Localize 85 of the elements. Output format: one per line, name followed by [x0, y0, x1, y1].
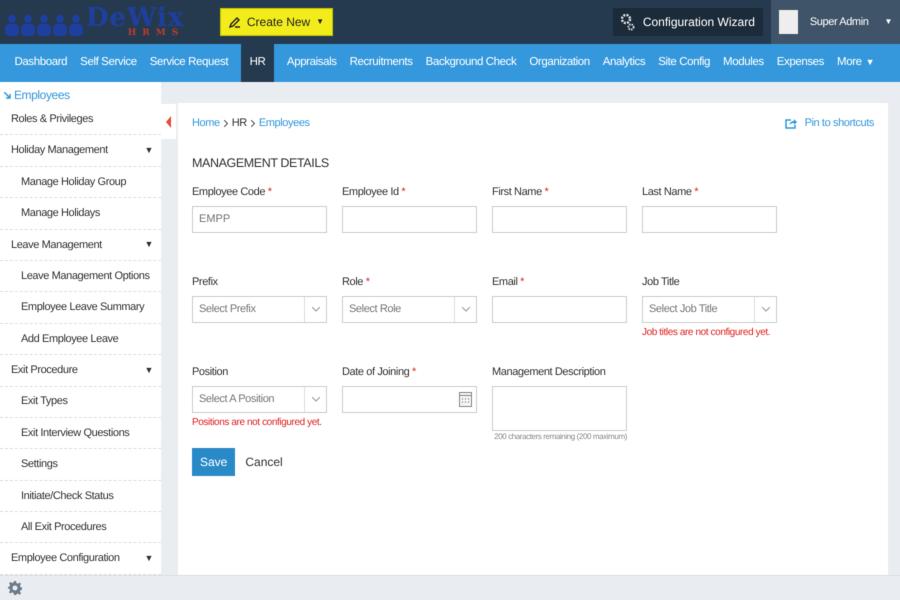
sidebar-item[interactable]: Manage Holiday Group: [0, 166, 161, 198]
section-title: MANAGEMENT DETAILS: [192, 154, 330, 172]
input-field[interactable]: [342, 206, 477, 233]
user-menu[interactable]: Super Admin ▼: [770, 0, 900, 44]
field-label: First Name *: [492, 185, 550, 200]
text-area[interactable]: [492, 386, 627, 431]
calendar-icon[interactable]: [459, 391, 472, 408]
nav-tab[interactable]: Dashboard: [8, 44, 74, 82]
nav-tab[interactable]: Appraisals: [280, 44, 344, 82]
people-icon: [4, 14, 86, 38]
required-mark: *: [544, 186, 548, 198]
logo-subtext: HRMS: [126, 28, 184, 38]
error-message: Positions are not configured yet.: [192, 416, 322, 429]
cancel-button[interactable]: Cancel: [239, 453, 289, 472]
field-label: Position: [192, 365, 229, 380]
nav-tab[interactable]: Service Request: [143, 44, 235, 82]
logo-text: DeWix: [86, 6, 184, 28]
nav-tab[interactable]: Organization: [522, 44, 596, 82]
breadcrumb-text: HR: [232, 116, 247, 131]
select-field[interactable]: Select A Position: [192, 386, 327, 413]
required-mark: *: [520, 276, 524, 288]
chevron-down-icon: [312, 396, 320, 402]
chevron-down-icon: [312, 306, 320, 312]
breadcrumb-link[interactable]: Home: [192, 115, 220, 132]
field-label: Last Name *: [642, 185, 700, 200]
field-label: Date of Joining *: [342, 365, 417, 380]
gears-icon: [620, 13, 635, 31]
sidebar-item[interactable]: Initiate/Check Status: [0, 480, 161, 512]
input-field[interactable]: [492, 206, 627, 233]
nav-tab[interactable]: Site Config: [652, 44, 717, 82]
share-icon: [784, 118, 797, 129]
sidebar-item[interactable]: Add Employee Leave: [0, 324, 161, 356]
sidebar-item[interactable]: Exit Procedure ▼: [0, 355, 161, 387]
nav-tab[interactable]: Modules: [716, 44, 770, 82]
nav-tab[interactable]: Background Check: [419, 44, 523, 82]
select-field[interactable]: Select Prefix: [192, 296, 327, 323]
sidebar-item[interactable]: Exit Types: [0, 386, 161, 418]
avatar-icon: [778, 10, 798, 34]
nav-tab[interactable]: Self Service: [74, 44, 144, 82]
date-field[interactable]: [342, 386, 477, 413]
sidebar-item[interactable]: Holiday Management ▼: [0, 135, 161, 167]
sidebar-item[interactable]: Settings: [0, 449, 161, 481]
field-label: Management Description: [492, 365, 606, 380]
sidebar-item[interactable]: All Exit Procedures: [0, 512, 161, 544]
sidebar-item[interactable]: Leave Management ▼: [0, 230, 161, 261]
field-label: Job Title: [642, 275, 680, 290]
nav-tab[interactable]: Recruitments: [343, 44, 420, 82]
pin-to-shortcuts-link[interactable]: Pin to shortcuts: [784, 115, 874, 132]
select-field[interactable]: Select Role: [342, 296, 477, 323]
nav-tab[interactable]: Expenses: [770, 44, 831, 82]
field-label: Employee Id *: [342, 185, 406, 200]
sidebar-item[interactable]: Employee Leave Summary: [0, 292, 161, 324]
nav-tab[interactable]: HR: [240, 44, 274, 82]
chevron-down-icon: [462, 306, 470, 312]
input-field[interactable]: [642, 206, 777, 233]
create-new-button[interactable]: Create New ▼: [220, 8, 333, 36]
select-field[interactable]: Select Job Title: [642, 296, 777, 323]
arrow-icon: [4, 92, 11, 100]
field-label: Prefix: [192, 275, 219, 290]
required-mark: *: [366, 276, 370, 288]
save-button[interactable]: Save: [192, 448, 236, 476]
required-mark: *: [401, 186, 406, 198]
error-message: Job titles are not configured yet.: [642, 326, 770, 339]
pencil-icon: [229, 16, 241, 28]
breadcrumb-link[interactable]: Employees: [258, 115, 310, 132]
nav-tab[interactable]: More ▼: [830, 44, 881, 82]
sidebar-item[interactable]: Exit Interview Questions: [0, 418, 161, 450]
chevron-icon: [250, 120, 255, 127]
character-count: 200 characters remaining (200 maximum): [494, 430, 627, 442]
sidebar-item[interactable]: Leave Management Options: [0, 260, 161, 292]
input-field[interactable]: EMPP: [192, 206, 327, 233]
field-label: Role *: [342, 275, 371, 290]
input-field[interactable]: [492, 296, 627, 323]
chevron-down-icon: [762, 306, 770, 312]
collapse-icon[interactable]: [166, 116, 171, 128]
sidebar-item[interactable]: Manage Holidays: [0, 198, 161, 230]
required-mark: *: [694, 186, 698, 198]
required-mark: *: [268, 186, 272, 198]
chevron-icon: [224, 120, 228, 127]
nav-tab[interactable]: Analytics: [596, 44, 652, 82]
field-label: Email *: [492, 275, 526, 290]
configuration-wizard-button[interactable]: Configuration Wizard: [612, 8, 763, 36]
field-label: Employee Code *: [192, 185, 273, 200]
required-mark: *: [412, 366, 416, 378]
settings-icon[interactable]: [8, 581, 22, 595]
